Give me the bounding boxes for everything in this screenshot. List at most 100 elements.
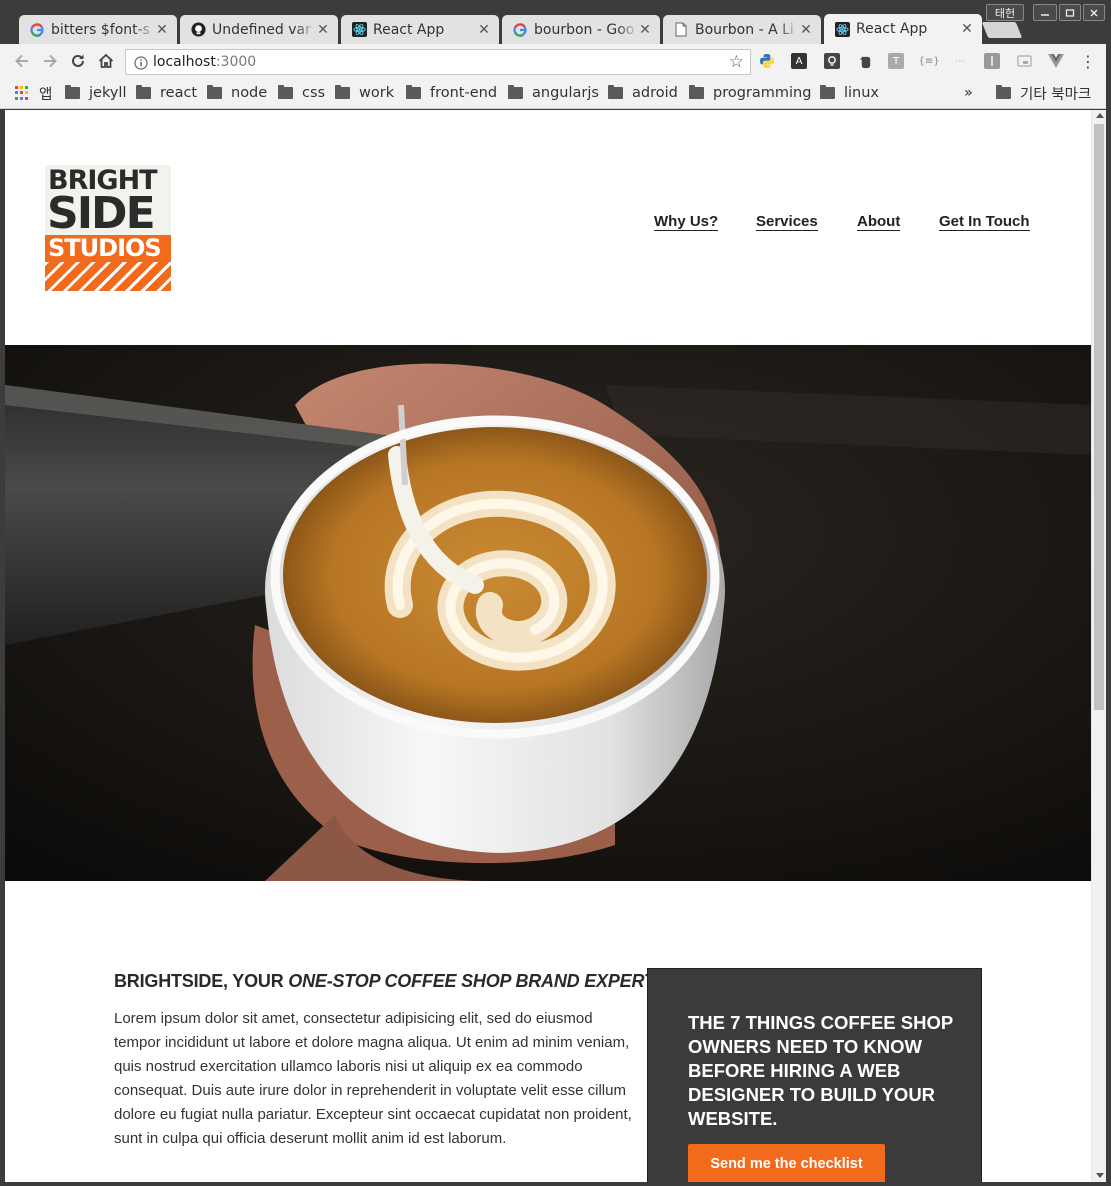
minimize-icon[interactable]: [1033, 4, 1057, 21]
scrollbar-thumb[interactable]: [1094, 124, 1104, 710]
home-icon[interactable]: [95, 50, 117, 72]
bookmark-folder[interactable]: react: [136, 84, 197, 102]
bookmark-folder[interactable]: angularjs: [508, 84, 599, 102]
close-icon[interactable]: ✕: [155, 22, 169, 38]
evernote-extension-icon[interactable]: [857, 53, 873, 69]
folder-icon: [65, 85, 80, 99]
menu-kebab-icon[interactable]: ⋮: [1080, 52, 1096, 71]
nav-why-us[interactable]: Why Us?: [654, 213, 719, 231]
address-bar[interactable]: localhost:3000 ☆: [125, 49, 751, 75]
info-icon[interactable]: [134, 55, 148, 70]
scroll-down-arrow-icon[interactable]: [1096, 1173, 1104, 1178]
other-bookmarks[interactable]: 기타 북마크: [996, 84, 1092, 103]
bookmark-folder[interactable]: front-end: [406, 84, 497, 102]
bookmark-folder[interactable]: jekyll: [65, 84, 126, 102]
logo-stripes: [45, 262, 171, 291]
tab-title: bitters $font-s: [51, 21, 150, 38]
close-icon[interactable]: ✕: [799, 22, 813, 38]
folder-icon: [136, 85, 151, 99]
google-icon: [512, 22, 528, 38]
bookmark-label: 기타 북마크: [1020, 86, 1092, 103]
folder-icon: [820, 85, 835, 99]
body-paragraph: Lorem ipsum dolor sit amet, consectetur …: [114, 1010, 632, 1147]
close-icon[interactable]: ✕: [316, 22, 330, 38]
folder-icon: [608, 85, 623, 99]
nav-services[interactable]: Services: [756, 213, 818, 231]
reload-icon[interactable]: [67, 50, 89, 72]
nav-about[interactable]: About: [857, 213, 901, 231]
headline-normal: BRIGHTSIDE, YOUR: [114, 971, 289, 991]
folder-icon: [508, 85, 523, 99]
bookmark-label: front-end: [430, 85, 498, 101]
reader-extension-icon[interactable]: [984, 53, 1000, 69]
close-icon[interactable]: ✕: [960, 21, 974, 37]
bookmark-label: linux: [844, 85, 880, 101]
browser-toolbar: localhost:3000 ☆ A T {≡} ⋯ ⋮: [0, 44, 1111, 78]
logo-line-2: SIDE: [47, 188, 156, 239]
overflow-chevron-icon: »: [964, 85, 973, 101]
bookmark-star-icon[interactable]: ☆: [729, 52, 744, 72]
folder-icon: [406, 85, 421, 99]
bookmark-folder[interactable]: work: [335, 84, 394, 102]
section-headline: BRIGHTSIDE, YOUR ONE-STOP COFFEE SHOP BR…: [114, 971, 667, 992]
url-text: localhost:3000: [153, 54, 256, 70]
tab-3[interactable]: React App ✕: [341, 15, 499, 44]
tab-2[interactable]: Undefined var ✕: [180, 15, 338, 44]
new-tab-button[interactable]: [981, 22, 1023, 38]
translate-extension-icon[interactable]: A: [791, 53, 807, 69]
tab-title: React App: [373, 21, 445, 38]
tab-4[interactable]: bourbon - Goo ✕: [502, 15, 660, 44]
react-icon: [834, 21, 850, 37]
send-checklist-button[interactable]: Send me the checklist: [688, 1144, 885, 1182]
bookmark-folder[interactable]: linux: [820, 84, 879, 102]
bookmark-folder[interactable]: node: [207, 84, 267, 102]
maximize-icon[interactable]: [1059, 4, 1081, 21]
nav-get-in-touch[interactable]: Get In Touch: [939, 213, 1030, 231]
tab-title: bourbon - Goo: [534, 21, 635, 38]
folder-icon: [207, 85, 222, 99]
tab-1[interactable]: bitters $font-s ✕: [19, 15, 177, 44]
tab-6-active[interactable]: React App ✕: [824, 14, 982, 44]
close-icon[interactable]: ✕: [638, 22, 652, 38]
python-extension-icon[interactable]: [759, 53, 775, 69]
bookmark-folder[interactable]: programming: [689, 84, 811, 102]
close-icon[interactable]: ✕: [477, 22, 491, 38]
profile-button[interactable]: 태헌: [986, 4, 1024, 21]
bookmarks-bar: 앱 jekyll react node css work front-end a…: [0, 78, 1111, 109]
lightbulb-extension-icon[interactable]: [824, 53, 840, 69]
window-frame-right: [1106, 44, 1111, 1186]
url-port: :3000: [215, 54, 257, 70]
react-icon: [351, 22, 367, 38]
cast-extension-icon[interactable]: [1016, 53, 1032, 69]
bookmarks-overflow-button[interactable]: »: [964, 84, 973, 102]
forward-icon[interactable]: [39, 50, 61, 72]
folder-icon: [689, 85, 704, 99]
scroll-up-arrow-icon[interactable]: [1096, 113, 1104, 118]
json-extension-icon[interactable]: {≡}: [918, 53, 939, 69]
github-icon: [190, 22, 206, 38]
page-scrollbar[interactable]: [1091, 110, 1106, 1182]
bookmark-folder[interactable]: adroid: [608, 84, 678, 102]
back-icon[interactable]: [11, 50, 33, 72]
bookmark-label: node: [231, 85, 268, 101]
wappalyzer-extension-icon[interactable]: ⋯: [952, 53, 968, 69]
bookmark-label: programming: [713, 85, 812, 101]
close-window-icon[interactable]: [1083, 4, 1105, 21]
tab-title: Bourbon - A Li: [695, 21, 794, 38]
bookmark-label: 앱: [39, 86, 53, 103]
bookmark-folder[interactable]: css: [278, 84, 325, 102]
window-frame-bottom: [0, 1182, 1111, 1186]
logo-orange-block: STUDIOS: [45, 235, 171, 291]
folder-icon: [278, 85, 293, 99]
vue-devtools-icon[interactable]: [1048, 53, 1064, 69]
headline-emphasis: ONE-STOP COFFEE SHOP BRAND EXPERTS: [288, 971, 667, 991]
page-icon: [673, 22, 689, 38]
bookmark-apps[interactable]: 앱: [15, 84, 53, 103]
logo-line-3: STUDIOS: [48, 235, 162, 262]
brightside-logo[interactable]: BRIGHT SIDE STUDIOS: [45, 165, 171, 291]
browser-window: bitters $font-s ✕ Undefined var ✕ React …: [0, 0, 1111, 1186]
tab-5[interactable]: Bourbon - A Li ✕: [663, 15, 821, 44]
hero-image: [5, 345, 1091, 881]
text-extension-icon[interactable]: T: [888, 53, 904, 69]
tab-strip: bitters $font-s ✕ Undefined var ✕ React …: [0, 0, 1111, 44]
